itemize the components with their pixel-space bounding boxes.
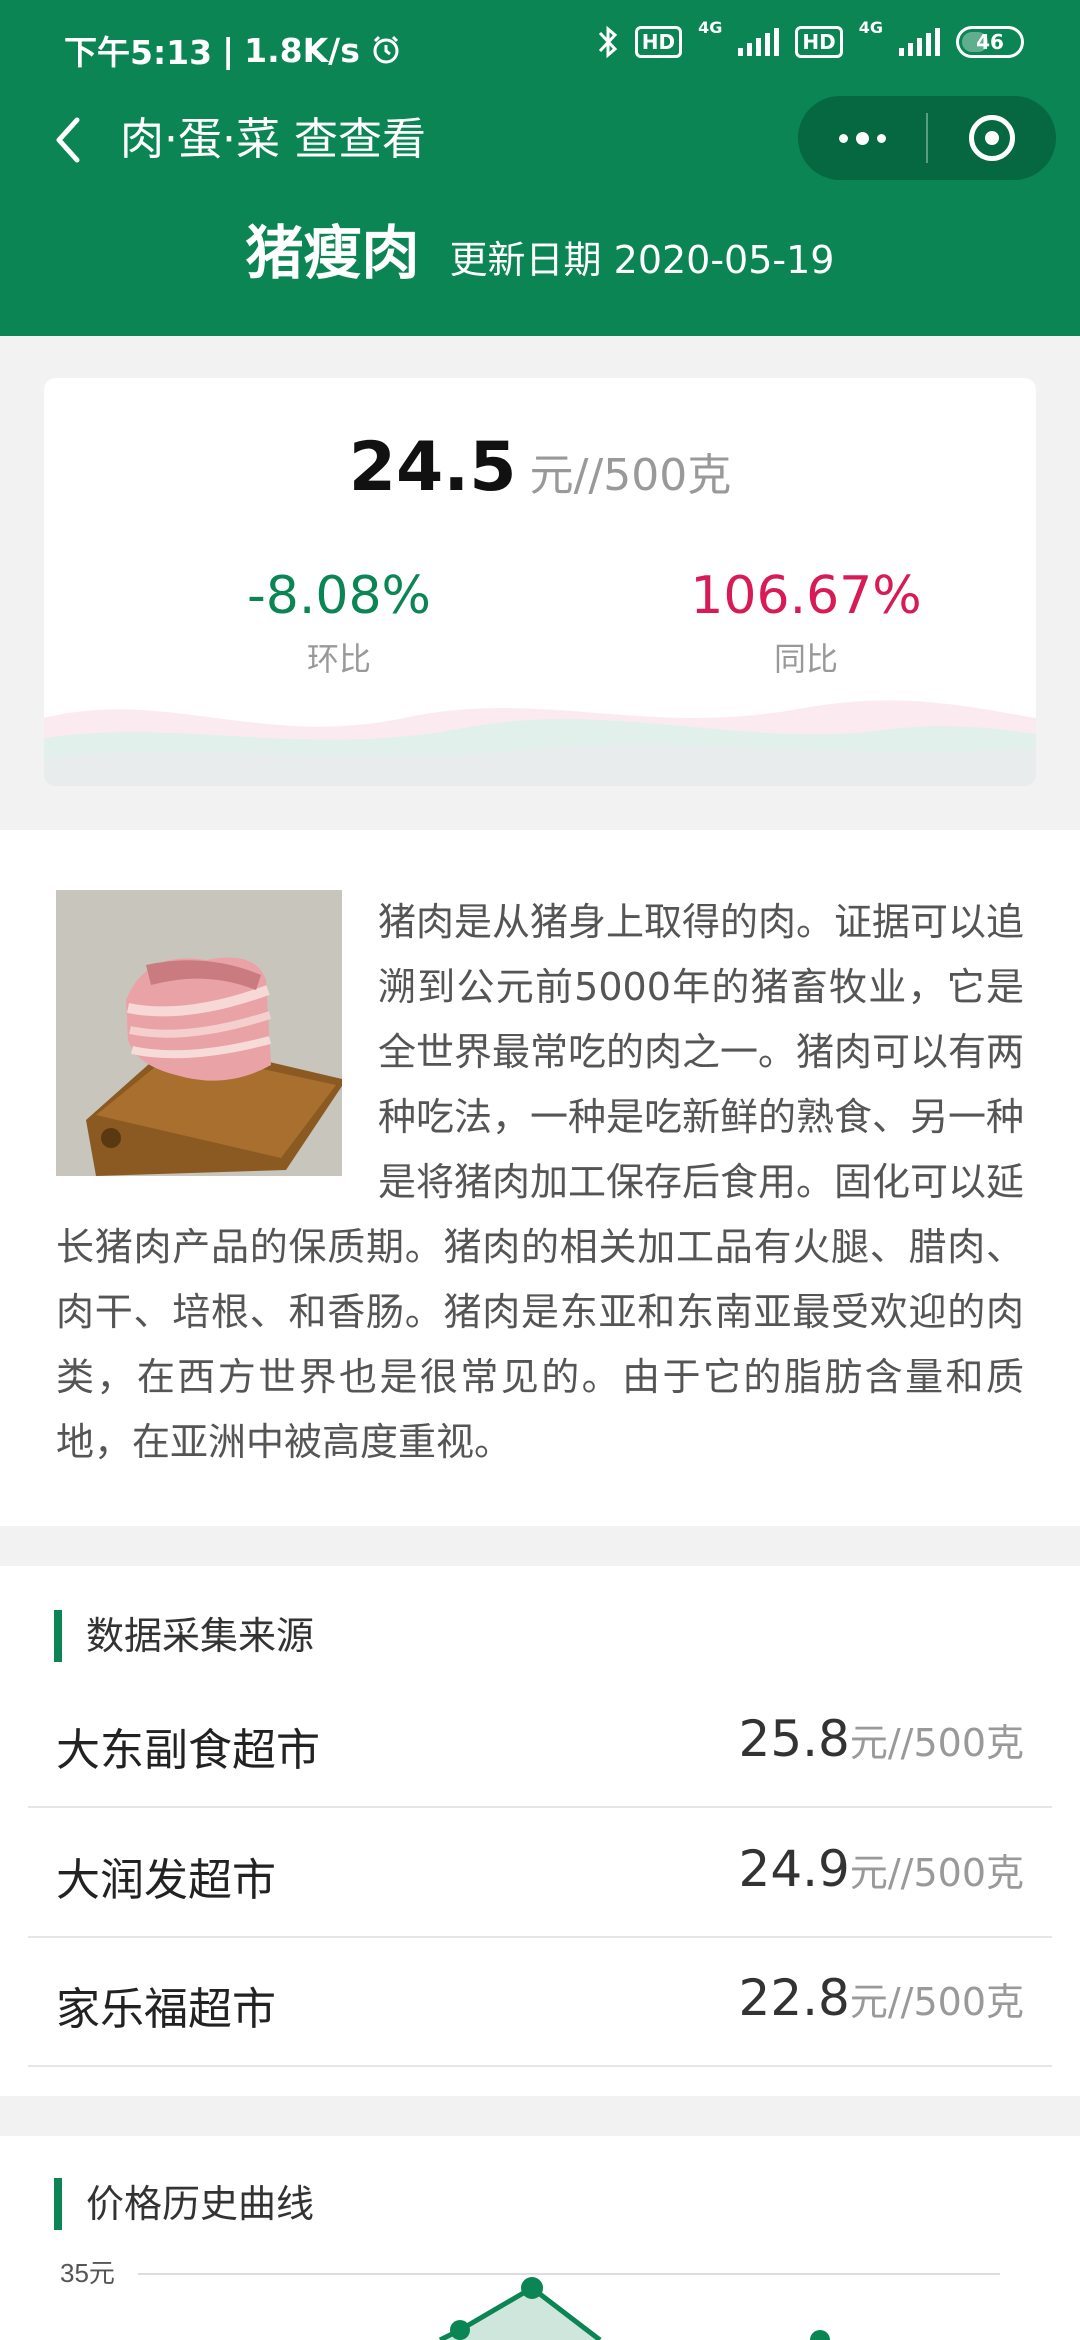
update-date: 更新日期 2020-05-19 [450, 229, 835, 284]
yoy-value: 106.67% [690, 566, 922, 626]
source-price: 22.8元//500克 [739, 1969, 1024, 2027]
signal-icon [738, 28, 780, 56]
battery-icon: 46 [956, 26, 1024, 58]
data-sources-section: 数据采集来源 大东副食超市 25.8元//500克 大润发超市 24.9元//5… [0, 1566, 1080, 2096]
pork-image [56, 890, 342, 1176]
history-title: 价格历史曲线 [54, 2178, 314, 2230]
app-header: 下午5:13 | 1.8K/s HD 4G HD 4G 46 肉·蛋·菜 查查看… [0, 0, 1080, 336]
source-name: 大东副食超市 [56, 1725, 320, 1776]
price-value: 24.5 [348, 428, 517, 507]
price-card: 24.5 元//500克 -8.08% 环比 106.67% 同比 [44, 378, 1036, 786]
target-icon [969, 115, 1015, 161]
mini-program-capsule [798, 96, 1056, 180]
status-separator: | [222, 30, 235, 70]
price-unit: 元//500克 [529, 450, 732, 501]
source-price-unit: 元//500克 [849, 1980, 1024, 2024]
alarm-icon [373, 35, 399, 64]
back-button[interactable] [40, 112, 96, 168]
source-price: 24.9元//500克 [739, 1840, 1024, 1898]
net-type-2: 4G [858, 18, 883, 37]
yoy-stat: 106.67% 同比 [656, 564, 956, 680]
source-price-value: 25.8 [738, 1710, 850, 1768]
net-type-1: 4G [698, 18, 723, 37]
yoy-label: 同比 [773, 640, 838, 678]
source-price-unit: 元//500克 [849, 1721, 1024, 1765]
price-history-section: 价格历史曲线 35元 [0, 2136, 1080, 2340]
status-right: HD 4G HD 4G 46 [597, 20, 1024, 60]
sources-title: 数据采集来源 [54, 1610, 314, 1662]
history-point [450, 2320, 470, 2340]
status-net-speed: 1.8K/s [244, 30, 360, 70]
history-point [521, 2277, 543, 2299]
mom-label: 环比 [306, 640, 371, 678]
pork-illustration [56, 890, 342, 1176]
wave-decoration [44, 700, 1036, 786]
update-label: 更新日期 [449, 238, 602, 282]
source-row: 大润发超市 24.9元//500克 [28, 1808, 1052, 1938]
bluetooth-icon [598, 25, 617, 59]
source-name: 家乐福超市 [56, 1984, 276, 2035]
price-history-chart: 35元 [60, 2258, 1000, 2340]
source-name: 大润发超市 [56, 1855, 276, 1906]
source-price-value: 24.9 [738, 1840, 850, 1898]
source-price-unit: 元//500克 [849, 1851, 1024, 1895]
status-bar: 下午5:13 | 1.8K/s HD 4G HD 4G 46 [0, 0, 1080, 96]
chevron-left-icon [56, 117, 80, 163]
source-price-value: 22.8 [738, 1969, 850, 2027]
source-row: 大东副食超市 25.8元//500克 [28, 1678, 1052, 1808]
source-row: 家乐福超市 22.8元//500克 [28, 1937, 1052, 2067]
status-time: 下午5:13 [64, 33, 213, 72]
status-left: 下午5:13 | 1.8K/s [64, 26, 402, 74]
history-point [810, 2330, 830, 2340]
more-icon [838, 131, 886, 145]
close-mini-program-button[interactable] [928, 96, 1056, 180]
source-price: 25.8元//500克 [739, 1710, 1024, 1768]
y-tick-label: 35元 [60, 2258, 115, 2288]
nav-bar: 肉·蛋·菜 查查看 [0, 96, 1080, 184]
product-title-row: 猪瘦肉 更新日期 2020-05-19 [0, 206, 1080, 290]
signal-icon-2 [899, 28, 940, 56]
current-price: 24.5 元//500克 [44, 428, 1036, 507]
product-name: 猪瘦肉 [245, 219, 420, 287]
hd-badge-1: HD [634, 26, 683, 58]
hd-badge-2: HD [795, 26, 843, 58]
mom-stat: -8.08% 环比 [189, 564, 489, 680]
nav-title: 肉·蛋·菜 查查看 [120, 114, 426, 165]
description-section: 猪肉是从猪身上取得的肉。证据可以追溯到公元前5000年的猪畜牧业，它是全世界最常… [0, 830, 1080, 1526]
battery-level: 46 [976, 30, 1004, 54]
update-date-value: 2020-05-19 [613, 238, 835, 282]
more-button[interactable] [798, 96, 926, 180]
mom-value: -8.08% [247, 566, 431, 626]
